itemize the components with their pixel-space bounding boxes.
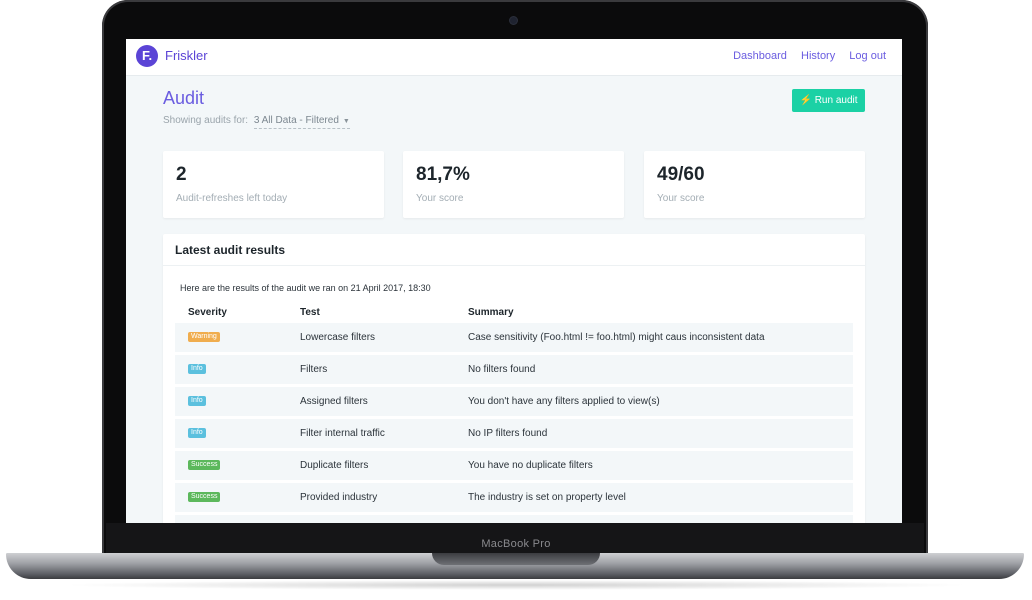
app-name[interactable]: Friskler — [165, 48, 208, 63]
app-screen: F. Friskler Dashboard History Log out Au… — [126, 39, 902, 523]
view-select-value: 3 All Data - Filtered — [253, 115, 339, 126]
run-audit-label: Run audit — [814, 95, 858, 106]
view-select[interactable]: 3 All Data - Filtered ▼ — [253, 115, 350, 129]
logo-icon: F. — [136, 45, 158, 67]
laptop-shadow — [60, 580, 972, 590]
table-row[interactable]: Info Filters No filters found — [175, 355, 853, 384]
stat-label: Your score — [416, 193, 464, 204]
stat-label: Your score — [657, 193, 705, 204]
device-label: MacBook Pro — [481, 538, 551, 550]
summary-cell: The industry is set on property level — [468, 492, 626, 503]
severity-badge: Info — [188, 428, 206, 439]
page-title: Audit — [163, 88, 205, 108]
run-audit-button[interactable]: ⚡ Run audit — [792, 89, 865, 112]
summary-cell: No filters found — [468, 364, 536, 375]
severity-badge: Success — [188, 492, 221, 503]
stat-value: 81,7% — [416, 164, 470, 185]
laptop-notch — [432, 553, 600, 565]
test-cell: Assigned filters — [300, 396, 368, 407]
showing-label: Showing audits for: — [163, 115, 249, 126]
severity-badge: Info — [188, 364, 206, 375]
stat-card-score-points: 49/60 Your score — [644, 151, 865, 218]
lightning-icon: ⚡ — [799, 95, 812, 106]
severity-cell: Info — [188, 355, 206, 384]
test-cell: Duplicate filters — [300, 460, 369, 471]
results-title: Latest audit results — [163, 234, 865, 266]
test-cell: Filter internal traffic — [300, 428, 385, 439]
severity-cell: Warning — [188, 323, 220, 352]
table-row[interactable]: Warning Lowercase filters Case sensitivi… — [175, 323, 853, 352]
table-row[interactable]: Info Filter internal traffic No IP filte… — [175, 419, 853, 448]
severity-badge: Success — [188, 460, 221, 471]
audit-results-panel: Latest audit results Here are the result… — [163, 234, 865, 523]
results-table-header: Severity Test Summary — [175, 306, 853, 320]
stat-card-score-percent: 81,7% Your score — [403, 151, 624, 218]
table-row[interactable]: Info Assigned filters You don't have any… — [175, 387, 853, 416]
table-row[interactable]: Success Provided industry The industry i… — [175, 483, 853, 512]
nav-dashboard[interactable]: Dashboard — [733, 50, 787, 62]
summary-cell: You have no duplicate filters — [468, 460, 593, 471]
severity-cell: Success — [188, 451, 221, 480]
results-intro: Here are the results of the audit we ran… — [180, 283, 431, 293]
severity-badge: Info — [188, 396, 206, 407]
nav-logout[interactable]: Log out — [849, 50, 886, 62]
stat-card-refreshes: 2 Audit-refreshes left today — [163, 151, 384, 218]
table-row[interactable]: Success Duplicate filters You have no du… — [175, 451, 853, 480]
table-row-partial — [175, 515, 853, 523]
column-summary: Summary — [468, 307, 514, 318]
severity-cell: Info — [188, 419, 206, 448]
top-navbar: F. Friskler Dashboard History Log out — [126, 39, 902, 76]
test-cell: Provided industry — [300, 492, 378, 503]
nav-links: Dashboard History Log out — [722, 50, 886, 62]
caret-down-icon: ▼ — [342, 118, 350, 125]
stat-value: 49/60 — [657, 164, 705, 185]
audit-filter: Showing audits for: 3 All Data - Filtere… — [163, 115, 350, 129]
column-severity: Severity — [188, 307, 227, 318]
summary-cell: No IP filters found — [468, 428, 548, 439]
camera-icon — [510, 17, 517, 24]
severity-cell: Success — [188, 483, 221, 512]
stat-value: 2 — [176, 164, 187, 185]
summary-cell: You don't have any filters applied to vi… — [468, 396, 660, 407]
summary-cell: Case sensitivity (Foo.html != foo.html) … — [468, 332, 765, 343]
test-cell: Filters — [300, 364, 328, 375]
column-test: Test — [300, 307, 320, 318]
severity-badge: Warning — [188, 332, 220, 343]
nav-history[interactable]: History — [801, 50, 835, 62]
test-cell: Lowercase filters — [300, 332, 376, 343]
stat-label: Audit-refreshes left today — [176, 193, 288, 204]
severity-cell: Info — [188, 387, 206, 416]
